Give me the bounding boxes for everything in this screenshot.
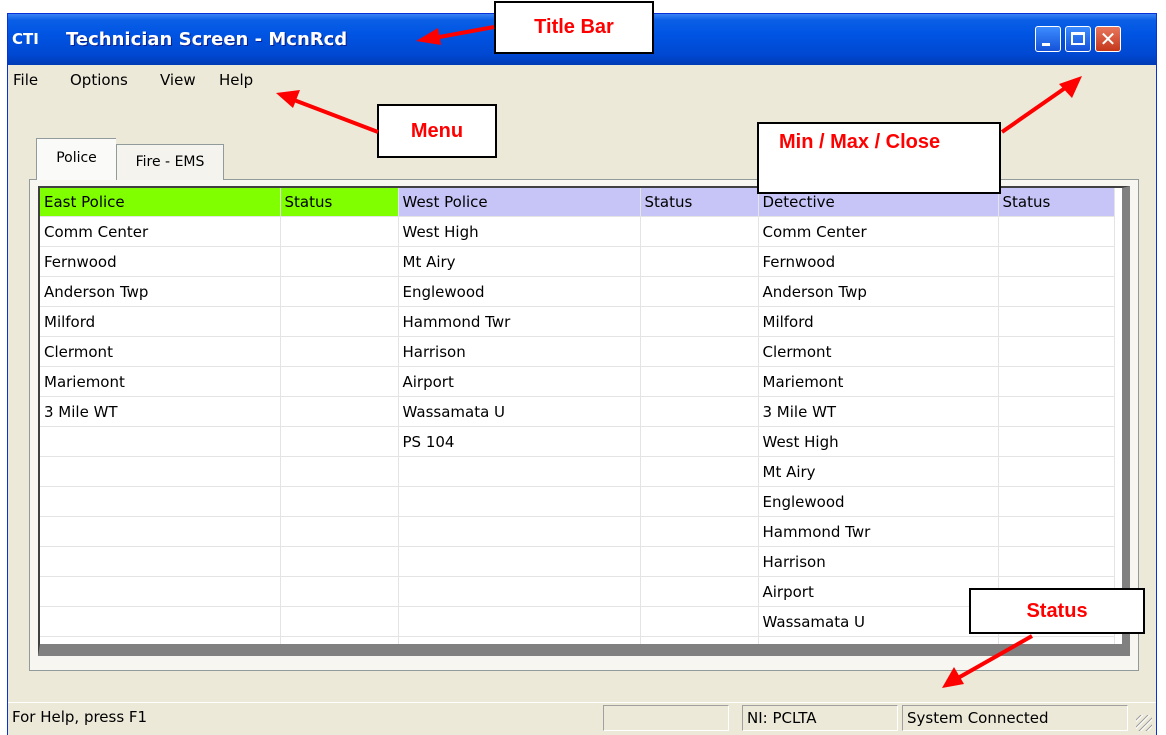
arrow-menu xyxy=(293,98,379,134)
arrow-title-bar xyxy=(433,25,495,40)
arrow-head-icon xyxy=(416,28,441,45)
annotation-arrows xyxy=(276,25,1082,688)
arrow-status xyxy=(957,634,1033,680)
arrow-min-max-close xyxy=(1000,84,1070,134)
arrow-head-icon xyxy=(1059,76,1082,98)
arrow-head-icon xyxy=(276,90,300,108)
